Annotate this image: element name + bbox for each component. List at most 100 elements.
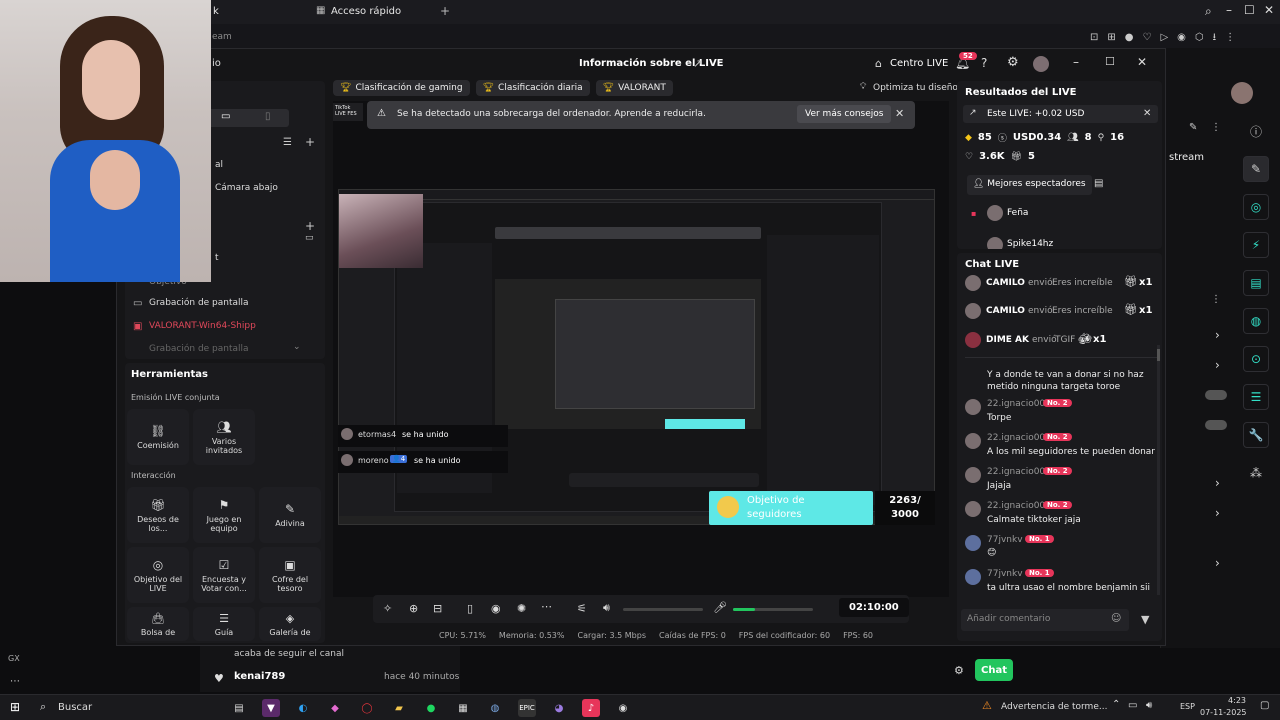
maximize-icon[interactable]: ☐ (1244, 3, 1255, 17)
search-icon[interactable]: ⌕ (40, 700, 46, 714)
scene-fragment-3[interactable]: t (215, 253, 219, 263)
windows-start-icon[interactable]: ⊞ (10, 700, 20, 714)
add-source-icon[interactable]: + (305, 219, 315, 233)
home-icon[interactable]: ⌂ (875, 57, 882, 70)
settings-icon[interactable]: ⚙ (954, 664, 964, 677)
info-icon[interactable]: ⓘ (1243, 118, 1269, 144)
scene-fragment[interactable]: al (215, 160, 223, 170)
camera-icon[interactable]: ◎ (1243, 194, 1269, 220)
more-icon-2[interactable]: ⋮ (1211, 294, 1221, 305)
wishes-tool[interactable]: 🎁︎ Deseos de los... (127, 487, 189, 543)
chat-user[interactable]: 77jvnkv (987, 535, 1023, 545)
chat-button[interactable]: Chat (975, 659, 1013, 681)
chevron-up-icon[interactable]: ⌃ (1112, 699, 1120, 710)
notifications-icon[interactable]: ▢ (1260, 700, 1269, 711)
tag-gaming-ranking[interactable]: 🏆︎ Clasificación de gaming (333, 80, 470, 96)
chat-user[interactable]: 22.ignacio00 (987, 433, 1045, 443)
list-icon[interactable]: ☰ (1243, 384, 1269, 410)
taskbar-search[interactable]: Buscar (58, 702, 92, 713)
network-icon[interactable]: ▭ (1128, 700, 1137, 711)
minimize-icon[interactable]: – (1073, 55, 1079, 69)
team-game-tool[interactable]: ⚑ Juego en equipo (193, 487, 255, 543)
copilot-icon[interactable]: ◆ (326, 699, 344, 717)
document-icon[interactable]: ▤ (1243, 270, 1269, 296)
wrench-icon[interactable]: 🔧 (1243, 422, 1269, 448)
layout-icon[interactable]: ⊟ (433, 602, 442, 615)
extension-icons[interactable]: ⊡⊞●♡▷◉⬡⭳⋮ (1090, 30, 1244, 47)
chat-user[interactable]: 22.ignacio00 (987, 399, 1045, 409)
filter-icon[interactable]: ▼ (1141, 613, 1149, 626)
discord-icon[interactable]: ◕ (550, 699, 568, 717)
effects-icon[interactable]: ✺ (517, 602, 526, 615)
broadcast-icon[interactable]: ⊙ (1243, 346, 1269, 372)
share-icon[interactable]: ↗ (693, 57, 702, 70)
follower-name[interactable]: kenai789 (234, 671, 285, 682)
add-scene-icon[interactable]: + (305, 135, 315, 149)
top-viewer-name-2[interactable]: Spike14hz (1007, 239, 1053, 249)
store-icon[interactable]: ▦ (454, 699, 472, 717)
toggle[interactable] (1205, 390, 1227, 400)
add-source-icon[interactable]: ⊕ (409, 602, 418, 615)
more-icon[interactable]: ⋯ (541, 600, 552, 613)
new-tab-icon[interactable]: + (440, 4, 450, 18)
gear-icon[interactable]: ⚙ (1007, 55, 1019, 70)
obs-icon[interactable]: ◉ (614, 699, 632, 717)
source-screen-capture[interactable]: Grabación de pantalla (149, 298, 249, 308)
optimize-layout-link[interactable]: Optimiza tu diseño (873, 83, 958, 93)
close-icon[interactable]: ✕ (1137, 55, 1147, 69)
more-icon[interactable]: ⋯ (10, 676, 20, 687)
emoji-icon[interactable]: ☺ (1111, 613, 1121, 624)
source-valorant[interactable]: VALORANT-Win64-Shipp (149, 321, 256, 331)
spotify-icon[interactable]: ● (422, 699, 440, 717)
chevron-right-icon[interactable]: › (1215, 328, 1220, 342)
sliders-icon[interactable]: ⚟ (577, 602, 587, 615)
scroll-thumb[interactable] (1157, 349, 1160, 361)
chat-scrollbar[interactable] (1157, 345, 1160, 595)
edit-icon[interactable]: ✎ (1189, 122, 1197, 133)
mic-slider[interactable] (733, 608, 813, 611)
chat-user[interactable]: 22.ignacio00 (987, 467, 1045, 477)
chat-user[interactable]: 77jvnkv (987, 569, 1023, 579)
app-icon[interactable]: ▼ (262, 699, 280, 717)
portrait-icon[interactable]: ▯ (265, 111, 271, 122)
list-icon[interactable]: ▤ (1094, 178, 1103, 189)
live-goal-tool[interactable]: ◎ Objetivo del LIVE (127, 547, 189, 603)
epic-icon[interactable]: EPIC (518, 699, 536, 717)
apps-icon[interactable]: ⁂ (1243, 460, 1269, 486)
weather-text[interactable]: Advertencia de torme... (1001, 702, 1107, 712)
microphone-icon[interactable]: 🎤︎ (713, 601, 727, 614)
browser-tab[interactable]: k (213, 6, 219, 17)
speaker-icon[interactable]: 🔊︎ (603, 601, 610, 615)
close-icon[interactable]: ✕ (1264, 3, 1274, 17)
chevron-right-icon[interactable]: › (1215, 506, 1220, 520)
comment-input[interactable]: Añadir comentario ☺ (961, 609, 1129, 631)
coemission-tool[interactable]: ⛓ Coemisión (127, 409, 189, 465)
toggle[interactable] (1205, 420, 1227, 430)
avatar[interactable] (1231, 82, 1253, 104)
close-icon[interactable]: ✕ (1143, 108, 1151, 119)
language[interactable]: ESP (1180, 702, 1195, 711)
gallery-tool[interactable]: ◈ Galería de (259, 607, 321, 641)
volume-slider[interactable] (623, 608, 703, 611)
minimize-icon[interactable]: – (1226, 3, 1232, 17)
poll-tool[interactable]: ☑ Encuesta y Votar con... (193, 547, 255, 603)
multi-guest-tool[interactable]: 👥︎ Varios invitados (193, 409, 255, 465)
maximize-icon[interactable]: ☐ (1105, 55, 1115, 68)
source-screen-capture-2[interactable]: Grabación de pantalla (149, 344, 249, 354)
chevron-right-icon[interactable]: › (1215, 358, 1220, 372)
chat-icon[interactable]: ◍ (1243, 308, 1269, 334)
more-icon[interactable]: ⋮ (1211, 122, 1221, 133)
tab-quick-access[interactable]: Acceso rápido (331, 6, 401, 17)
record-icon[interactable]: ◉ (491, 602, 501, 615)
scene-camera-below[interactable]: Cámara abajo (215, 183, 278, 193)
chevron-right-icon[interactable]: › (1215, 556, 1220, 570)
task-view-icon[interactable]: ▤ (230, 699, 248, 717)
top-viewer-name[interactable]: Feña (1007, 208, 1028, 218)
avatar[interactable] (1033, 56, 1049, 72)
earnings-row[interactable]: ↗ Este LIVE: +0.02 USD ✕ (963, 105, 1158, 123)
chevron-down-icon[interactable]: ⌄ (293, 342, 301, 352)
close-alert-icon[interactable]: ✕ (895, 107, 904, 120)
edge-icon[interactable]: ◐ (294, 699, 312, 717)
tag-valorant[interactable]: 🏆︎ VALORANT (595, 80, 673, 96)
help-icon[interactable]: ? (981, 56, 987, 70)
